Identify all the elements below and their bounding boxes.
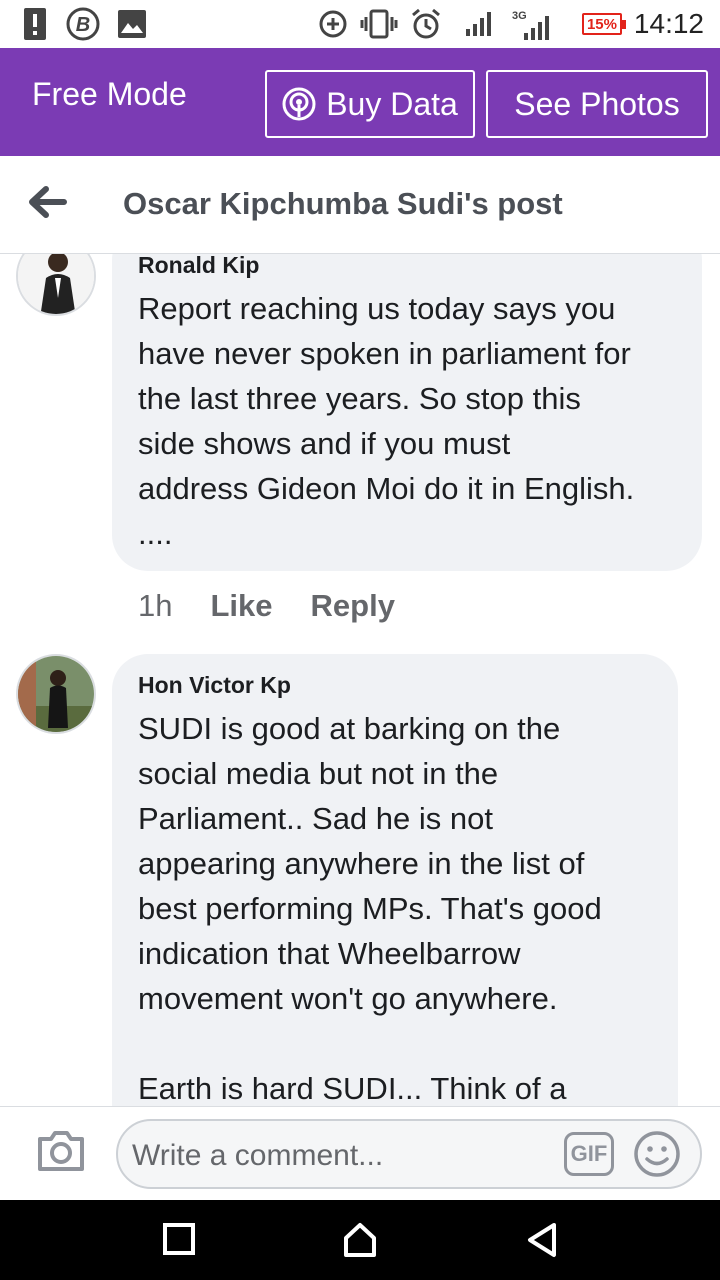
battery-indicator: 15% bbox=[581, 13, 627, 35]
back-nav-button[interactable] bbox=[522, 1220, 562, 1260]
comment-time: 1h bbox=[138, 588, 173, 623]
bitcoin-notification-icon: B bbox=[66, 0, 100, 48]
comment-input-placeholder: Write a comment... bbox=[132, 1139, 384, 1172]
comment-composer: Write a comment... GIF bbox=[0, 1106, 720, 1200]
page-title: Oscar Kipchumba Sudi's post bbox=[123, 186, 563, 221]
back-button[interactable] bbox=[26, 184, 70, 220]
avatar[interactable] bbox=[16, 254, 96, 316]
free-mode-label: Free Mode bbox=[32, 76, 187, 112]
emoji-button[interactable] bbox=[632, 1129, 682, 1184]
user-avatar-icon bbox=[18, 254, 94, 314]
avatar[interactable] bbox=[16, 654, 96, 734]
camera-button[interactable] bbox=[36, 1129, 86, 1178]
svg-text:B: B bbox=[76, 14, 90, 36]
comment-bubble[interactable]: Ronald Kip Report reaching us today says… bbox=[112, 254, 702, 571]
vibrate-icon bbox=[360, 0, 398, 48]
comments-list[interactable]: Ronald Kip Report reaching us today says… bbox=[0, 254, 720, 1106]
user-avatar-icon bbox=[18, 656, 94, 732]
see-photos-button[interactable]: See Photos bbox=[486, 70, 708, 138]
home-button[interactable] bbox=[340, 1220, 380, 1260]
image-notification-icon bbox=[118, 0, 146, 48]
back-triangle-icon bbox=[528, 1223, 556, 1257]
post-header: Oscar Kipchumba Sudi's post bbox=[0, 156, 720, 254]
comment-author[interactable]: Hon Victor Kp bbox=[138, 672, 652, 702]
buy-data-label: Buy Data bbox=[326, 85, 458, 122]
back-arrow-icon bbox=[29, 186, 67, 218]
see-photos-label: See Photos bbox=[514, 85, 680, 122]
smiley-icon bbox=[634, 1131, 680, 1177]
comment-actions: 1h Like Reply bbox=[138, 588, 433, 624]
recents-button[interactable] bbox=[160, 1220, 200, 1260]
buy-data-button[interactable]: Buy Data bbox=[265, 70, 475, 138]
gif-button[interactable]: GIF bbox=[564, 1132, 614, 1176]
signal-1-icon bbox=[466, 0, 494, 48]
comment-text: SUDI is good at barking on the social me… bbox=[138, 711, 602, 1106]
status-bar: B 3G 15% 14:12 bbox=[0, 0, 720, 48]
like-button[interactable]: Like bbox=[210, 588, 272, 624]
network-type-label: 3G bbox=[512, 10, 527, 22]
home-icon bbox=[344, 1223, 376, 1257]
camera-icon bbox=[38, 1131, 84, 1171]
clock: 14:12 bbox=[633, 8, 704, 39]
comment-author[interactable]: Ronald Kip bbox=[138, 254, 676, 282]
signal-3g-icon: 3G bbox=[512, 0, 552, 48]
comment-bubble[interactable]: Hon Victor Kp SUDI is good at barking on… bbox=[112, 654, 678, 1106]
alarm-icon bbox=[410, 0, 442, 48]
recents-square-icon bbox=[163, 1223, 195, 1255]
reply-button[interactable]: Reply bbox=[311, 588, 395, 624]
comment-input[interactable]: Write a comment... GIF bbox=[116, 1119, 702, 1189]
data-saver-icon bbox=[318, 0, 348, 48]
alert-notification-icon bbox=[24, 0, 46, 48]
system-nav-bar bbox=[0, 1200, 720, 1280]
broadcast-icon bbox=[282, 87, 316, 121]
free-mode-bar: Free Mode Buy Data See Photos bbox=[0, 48, 720, 156]
comment-text: Report reaching us today says you have n… bbox=[138, 291, 635, 551]
